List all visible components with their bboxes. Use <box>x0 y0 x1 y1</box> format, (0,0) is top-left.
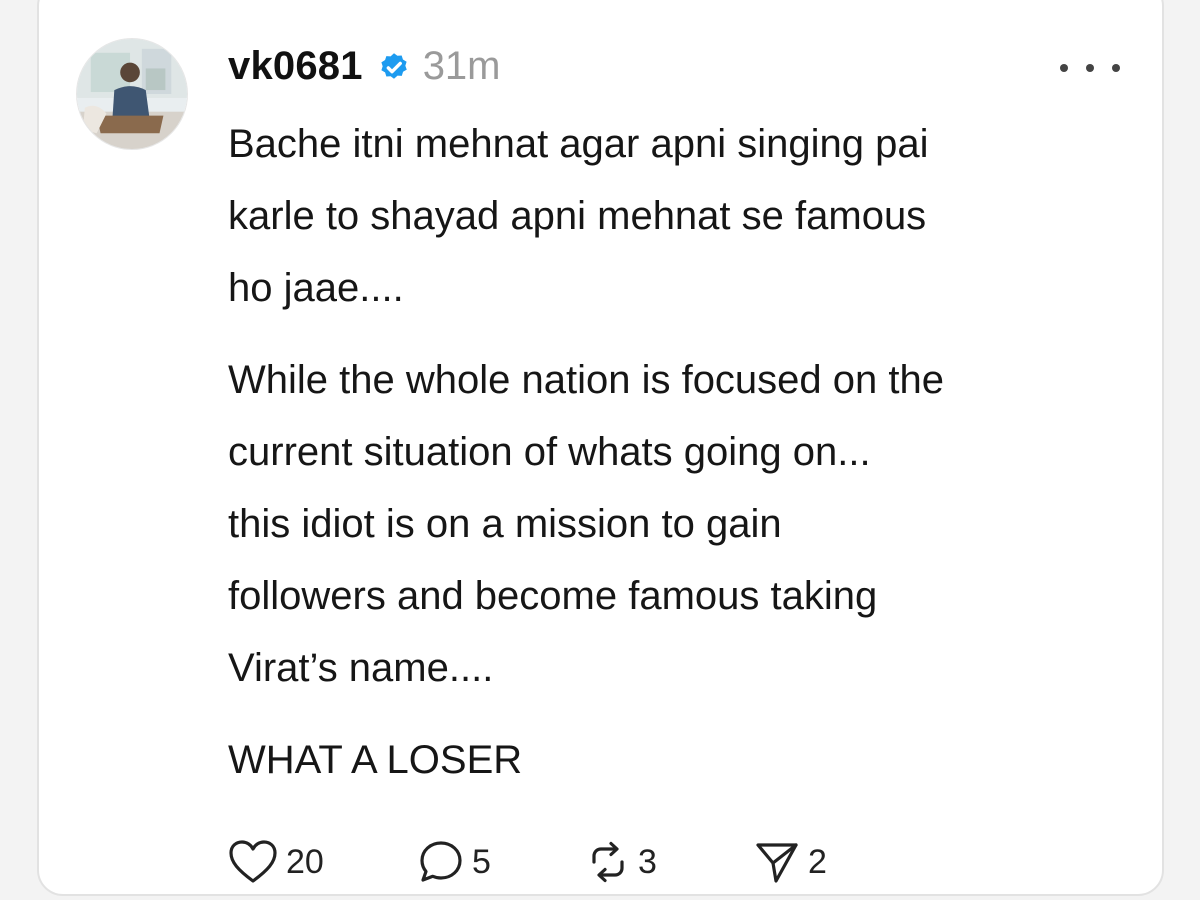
post-timestamp: 31m <box>422 43 501 88</box>
repost-count: 3 <box>638 842 657 881</box>
post-actions-bar: 20 5 3 2 <box>228 832 827 892</box>
username[interactable]: vk0681 <box>228 44 363 89</box>
share-count: 2 <box>808 842 827 881</box>
like-count: 20 <box>286 842 324 881</box>
post-header: vk0681 31m <box>228 38 501 94</box>
comment-count: 5 <box>472 842 491 881</box>
more-dot <box>1112 64 1120 72</box>
repost-button[interactable]: 3 <box>586 840 754 884</box>
post-paragraph: WHAT A LOSER <box>228 738 523 782</box>
post-paragraph: Bache itni mehnat agar apni singing pai … <box>228 122 929 310</box>
verified-badge-icon <box>377 49 411 83</box>
comment-button[interactable]: 5 <box>418 839 586 885</box>
share-button[interactable]: 2 <box>754 839 827 885</box>
heart-icon <box>229 840 277 883</box>
like-button[interactable]: 20 <box>228 839 418 885</box>
more-options-icon[interactable] <box>1060 56 1120 80</box>
avatar-photo <box>77 39 187 149</box>
send-paper-plane-icon <box>756 843 798 883</box>
comment-bubble-icon <box>420 841 462 882</box>
post-paragraph: While the whole nation is focused on the… <box>228 358 944 690</box>
more-dot <box>1060 64 1068 72</box>
repost-arrows-icon <box>592 841 624 883</box>
more-dot <box>1086 64 1094 72</box>
avatar[interactable] <box>76 38 188 150</box>
